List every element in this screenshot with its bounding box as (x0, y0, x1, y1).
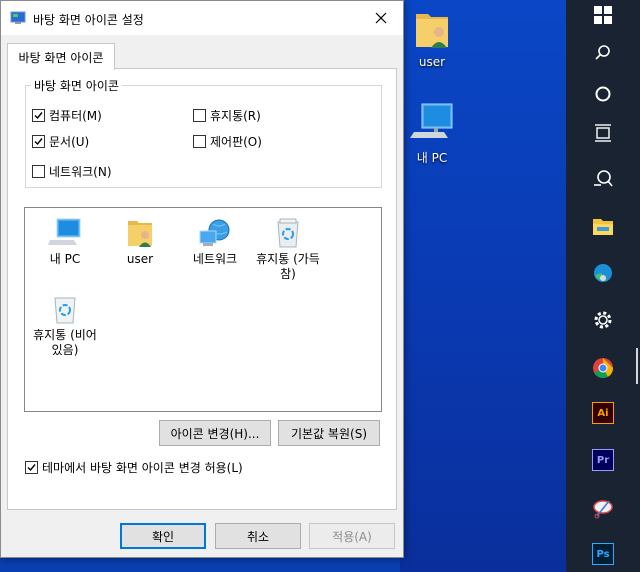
cancel-button[interactable]: 취소 (215, 523, 301, 549)
file-explorer-icon (593, 219, 613, 235)
checkbox-label: 테마에서 바탕 화면 아이콘 변경 허용(L) (42, 461, 243, 475)
checkbox-documents[interactable]: 문서(U) (32, 133, 89, 150)
search-button[interactable] (588, 38, 618, 68)
checkmark-icon (34, 112, 43, 120)
checkbox-label: 문서(U) (49, 135, 90, 149)
checkbox-label: 제어판(O) (210, 135, 262, 149)
checkbox-box[interactable] (32, 165, 45, 178)
list-item-label: user (126, 252, 154, 266)
taskbar-scroll-edge (636, 348, 638, 384)
title-bar[interactable]: 바탕 화면 아이콘 설정 (1, 1, 403, 35)
photoshop-icon: Ps (592, 543, 614, 565)
checkmark-icon (34, 138, 43, 146)
chrome-icon (593, 358, 614, 379)
recycle-bin-empty-icon (54, 297, 76, 324)
list-item-this-pc[interactable]: 내 PC (27, 212, 103, 267)
checkbox-box[interactable] (25, 461, 38, 474)
list-item-recycle-bin-empty[interactable]: 휴지통 (비어 있음) (27, 288, 103, 358)
list-item-label: 휴지통 (비어 있음) (33, 328, 97, 357)
recycle-bin-full-icon (277, 218, 299, 248)
checkbox-recycle-bin[interactable]: 휴지통(R) (193, 107, 261, 124)
task-view-button[interactable] (588, 118, 618, 148)
apply-button[interactable]: 적용(A) (309, 523, 395, 549)
illustrator-icon: Ai (592, 402, 614, 424)
checkmark-icon (27, 464, 36, 472)
quick-assist-icon (594, 170, 613, 187)
computer-icon (410, 103, 453, 138)
desktop-icon-settings-dialog: 바탕 화면 아이콘 설정 바탕 화면 아이콘 바탕 화면 아이콘 컴퓨터(M) … (0, 0, 404, 558)
checkbox-box[interactable] (193, 109, 206, 122)
list-item-label: 휴지통 (가득 참) (256, 252, 320, 281)
file-explorer-button[interactable] (588, 211, 618, 241)
icon-list[interactable]: 내 PC user 네트워크 휴지통 (가득 참) 휴지통 (비어 있음) (24, 207, 382, 412)
desktop-icon-this-pc[interactable]: 내 PC (400, 102, 464, 166)
cortana-icon (595, 86, 611, 102)
desktop-icon-label: 내 PC (416, 151, 448, 165)
dialog-title: 바탕 화면 아이콘 설정 (33, 13, 144, 27)
edge-icon (594, 264, 612, 282)
chrome-button[interactable] (588, 353, 618, 383)
restore-default-button[interactable]: 기본값 복원(S) (278, 420, 380, 446)
list-item-label: 네트워크 (192, 252, 238, 266)
checkbox-control-panel[interactable]: 제어판(O) (193, 133, 262, 150)
checkbox-label: 네트워크(N) (49, 165, 112, 179)
checkbox-box[interactable] (32, 135, 45, 148)
premiere-button[interactable]: Pr (588, 445, 618, 475)
list-item-recycle-bin-full[interactable]: 휴지통 (가득 참) (250, 212, 326, 282)
close-icon (375, 12, 387, 24)
list-item-label: 내 PC (49, 252, 81, 266)
ok-button[interactable]: 확인 (120, 523, 206, 549)
photoshop-button[interactable]: Ps (588, 539, 618, 569)
list-item-network[interactable]: 네트워크 (177, 212, 253, 267)
desktop-icon-label: user (418, 55, 446, 69)
checkbox-label: 휴지통(R) (210, 109, 261, 123)
snipping-tool-button[interactable] (588, 493, 618, 523)
checkbox-box[interactable] (32, 109, 45, 122)
desktop-background: user 내 PC (400, 0, 566, 572)
checkbox-network[interactable]: 네트워크(N) (32, 163, 112, 180)
list-item-user[interactable]: user (102, 212, 178, 267)
premiere-icon: Pr (592, 449, 614, 471)
user-folder-icon (128, 221, 152, 247)
settings-button[interactable] (588, 305, 618, 335)
task-view-icon (595, 124, 611, 142)
checkbox-box[interactable] (193, 135, 206, 148)
checkbox-label: 컴퓨터(M) (49, 109, 102, 123)
close-button[interactable] (359, 1, 403, 35)
network-icon (199, 219, 230, 246)
computer-icon (48, 218, 81, 245)
tab-label: 바탕 화면 아이콘 (18, 50, 104, 65)
group-label: 바탕 화면 아이콘 (31, 77, 122, 94)
tab-desktop-icons[interactable]: 바탕 화면 아이콘 (7, 43, 115, 70)
illustrator-button[interactable]: Ai (588, 398, 618, 428)
start-button[interactable] (588, 0, 618, 30)
checkbox-computer[interactable]: 컴퓨터(M) (32, 107, 102, 124)
settings-icon (594, 311, 612, 329)
edge-button[interactable] (588, 258, 618, 288)
start-icon (594, 6, 612, 24)
cortana-button[interactable] (588, 79, 618, 109)
snipping-tool-icon (593, 500, 613, 519)
search-icon (595, 45, 610, 60)
user-folder-icon (416, 14, 448, 48)
quick-assist-button[interactable] (588, 163, 618, 193)
change-icon-button[interactable]: 아이콘 변경(H)... (159, 420, 271, 446)
desktop-icon-user[interactable]: user (400, 6, 464, 69)
desktop-settings-icon (10, 10, 26, 29)
taskbar: Ai Pr Ps (566, 0, 640, 572)
checkbox-allow-theme-change[interactable]: 테마에서 바탕 화면 아이콘 변경 허용(L) (25, 459, 243, 476)
